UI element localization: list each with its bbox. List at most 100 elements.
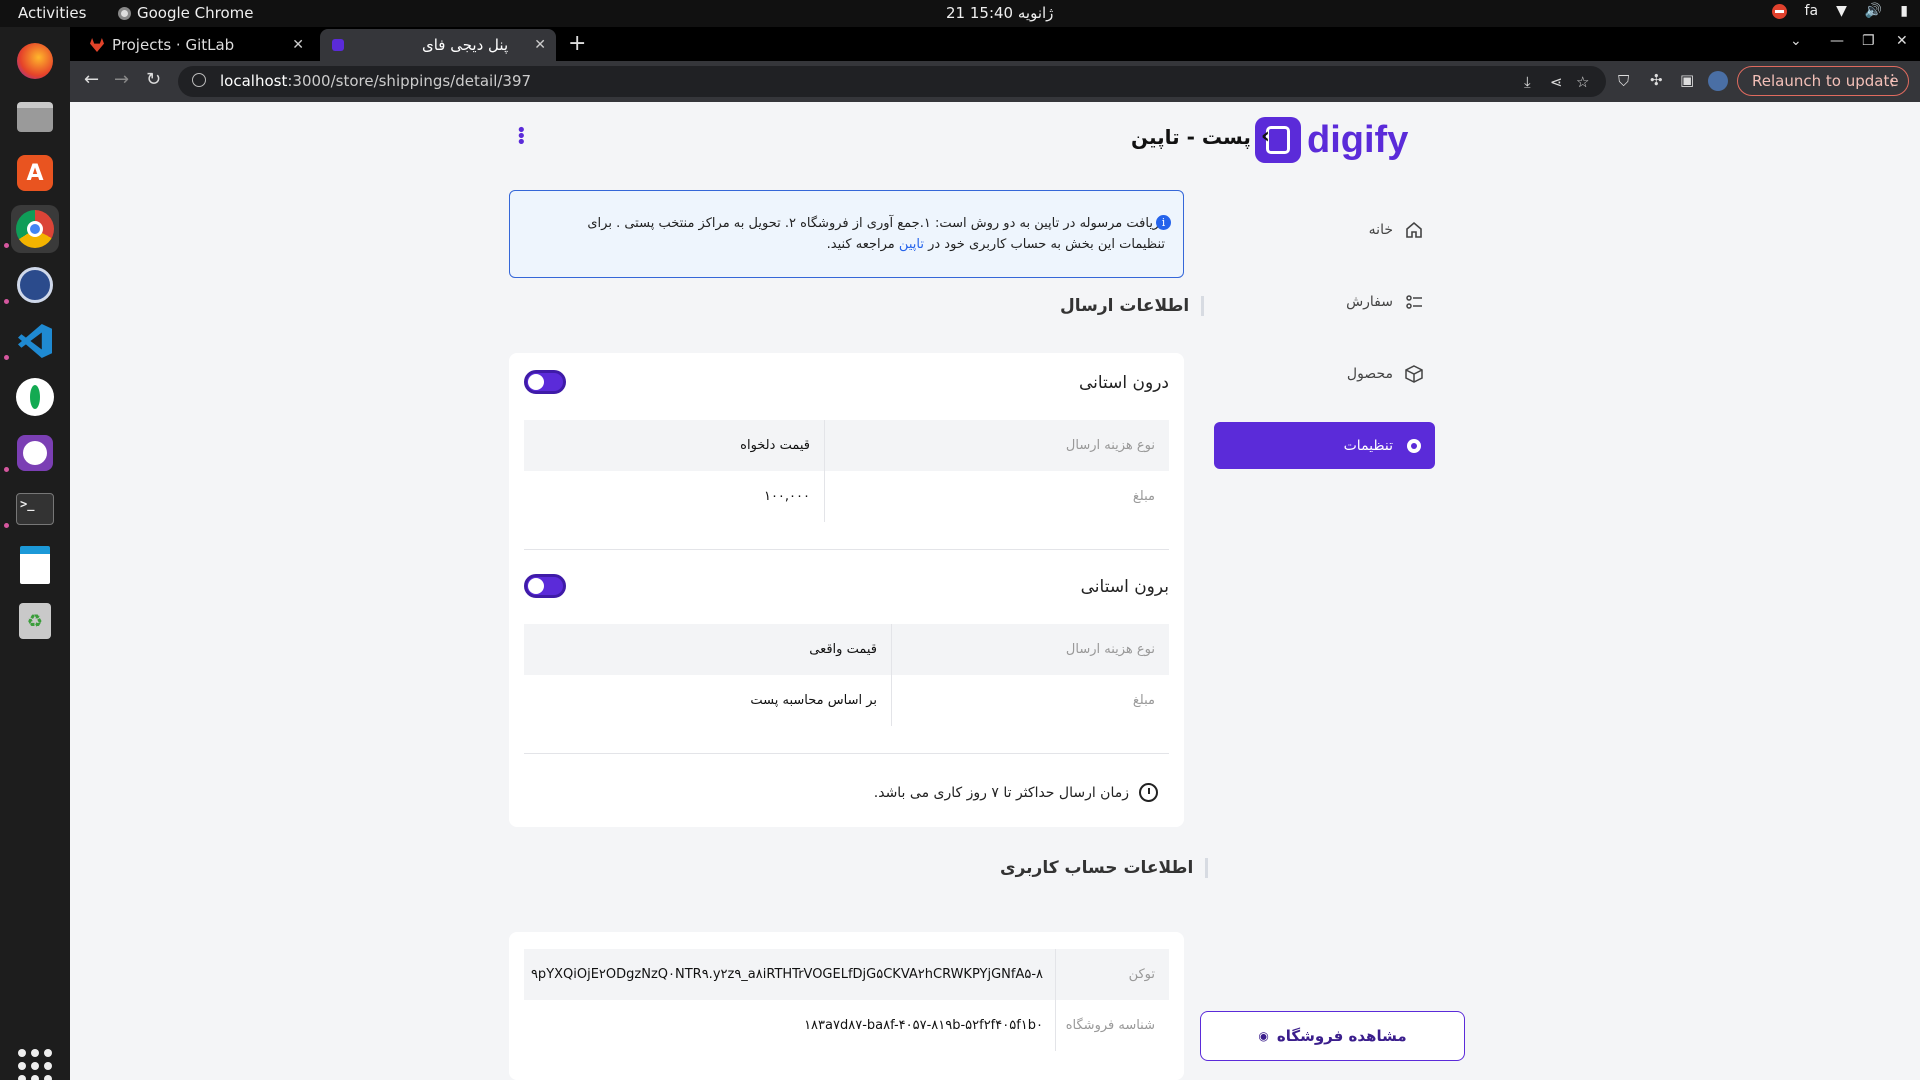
mongodb-compass-icon[interactable] [11,373,59,421]
battery-icon: ▮ [1900,3,1908,19]
table-row: توکن ۹pYXQiOjE۲ODgzNzQ۰NTR۹.y۲z۹_a۸iRTHT… [524,949,1169,1000]
share-icon[interactable]: ⋖ [1550,73,1563,91]
profile-avatar[interactable] [1708,71,1728,91]
chrome-icon [118,6,131,20]
url-host: localhost [220,72,288,90]
back-icon[interactable]: ← [84,69,99,90]
eye-icon: ◉ [1258,1029,1269,1043]
more-menu-icon[interactable]: ⋮ [1885,71,1900,89]
close-tab-icon[interactable]: ✕ [292,37,304,53]
forward-icon[interactable]: → [114,69,129,90]
orders-icon [1403,291,1425,313]
terminal-icon[interactable]: >_ [11,485,59,533]
vscode-icon[interactable] [11,317,59,365]
sidebar-item-label: خانه [1368,221,1393,238]
new-tab-icon[interactable]: + [568,31,586,56]
amount-value: بر اساس محاسبه پست [750,693,877,708]
github-desktop-icon[interactable] [11,429,59,477]
app-name: Google Chrome [137,4,254,22]
delivery-time-note: زمان ارسال حداکثر تا ۷ روز کاری می باشد. [874,783,1158,802]
table-row: مبلغ بر اساس محاسبه پست [524,675,1169,726]
sidebar-item-label: سفارش [1346,293,1393,310]
gear-icon [1403,435,1425,457]
tab-search-icon[interactable]: ⌄ [1790,33,1802,49]
home-icon [1403,219,1425,241]
site-info-icon[interactable] [192,73,206,87]
writer-icon[interactable] [11,541,59,589]
cost-type-label: نوع هزینه ارسال [824,420,1169,471]
system-tray[interactable]: fa ▼ 🔊 ▮ [1771,3,1908,19]
shipping-card: درون استانی نوع هزینه ارسال قیمت دلخواه … [509,353,1184,827]
sidebar-item-label: تنظیمات [1343,437,1393,454]
install-icon[interactable]: ⤓ [1524,73,1531,91]
trash-icon[interactable]: ♻ [11,597,59,645]
intra-province-toggle[interactable] [524,370,566,394]
inter-province-title: برون استانی [1080,577,1169,597]
close-tab-icon[interactable]: ✕ [534,37,546,53]
back-chevron-icon[interactable]: › [1261,124,1270,149]
window-close-icon[interactable]: ✕ [1896,33,1908,49]
gitlab-icon [90,38,104,52]
inter-province-toggle[interactable] [524,574,566,598]
minimize-icon[interactable]: — [1830,33,1844,49]
firefox-icon[interactable] [11,37,59,85]
input-language[interactable]: fa [1805,3,1819,19]
store-id-value[interactable]: ۱۸۳a۷d۸۷-ba۸f-۴۰۵۷-۸۱۹b-۵۲f۲f۴۰۵f۱b۰ [524,1000,1055,1051]
tab-digify-panel[interactable]: پنل دیجی فای ✕ [320,29,556,61]
page-content: digify خانه سفارش محصول تنظیمات مشاهده ف… [70,102,1920,1080]
cost-type-label: نوع هزینه ارسال [891,624,1169,675]
wifi-icon: ▼ [1836,3,1847,19]
delivery-time-text: زمان ارسال حداکثر تا ۷ روز کاری می باشد. [873,784,1129,801]
token-label: توکن [1055,949,1169,1000]
table-row: شناسه فروشگاه ۱۸۳a۷d۸۷-ba۸f-۴۰۵۷-۸۱۹b-۵۲… [524,1000,1169,1051]
sidebar-item-settings[interactable]: تنظیمات [1214,422,1435,469]
bookmark-star-icon[interactable]: ☆ [1576,73,1589,91]
table-row: نوع هزینه ارسال قیمت واقعی [524,624,1169,675]
extensions-icon[interactable]: ✣ [1650,71,1663,89]
sidebar-item-products[interactable]: محصول [1214,350,1435,397]
view-store-button[interactable]: مشاهده فروشگاه ◉ [1200,1011,1465,1061]
activities-button[interactable]: Activities [18,4,86,22]
tab-strip: Projects · GitLab ✕ پنل دیجی فای ✕ + ⌄ —… [70,27,1920,61]
intra-province-title: درون استانی [1078,373,1169,393]
dock: A >_ ♻ [0,27,70,1080]
sidebar-item-label: محصول [1346,365,1393,382]
sidebar-item-orders[interactable]: سفارش [1214,278,1435,325]
volume-icon: 🔊 [1864,3,1883,19]
cost-type-value: قیمت دلخواه [740,438,810,453]
do-not-disturb-icon [1771,3,1787,19]
tab-label: پنل دیجی فای [422,36,509,54]
digify-favicon-icon [332,39,344,51]
tapin-link[interactable]: تاپین [899,237,924,252]
view-store-label: مشاهده فروشگاه [1276,1027,1407,1045]
sidebar-item-home[interactable]: خانه [1214,206,1435,253]
reload-icon[interactable]: ↻ [146,69,161,90]
amount-value: ۱۰۰,۰۰۰ [763,489,810,504]
show-apps-icon[interactable] [18,1049,52,1080]
address-bar[interactable]: localhost:3000/store/shippings/detail/39… [178,66,1606,97]
tab-gitlab[interactable]: Projects · GitLab ✕ [78,29,314,61]
timer-app-icon[interactable] [11,261,59,309]
more-options-icon[interactable]: • • • [516,122,527,152]
maximize-icon[interactable]: ❐ [1862,33,1875,49]
files-icon[interactable] [11,93,59,141]
relaunch-label: Relaunch to update [1752,72,1899,90]
app-center-icon[interactable]: A [11,149,59,197]
side-panel-icon[interactable]: ▣ [1680,71,1694,89]
clock-icon [1139,783,1158,802]
app-menu[interactable]: Google Chrome [118,4,254,22]
alert-suffix: مراجعه کنید. [826,237,895,252]
token-value[interactable]: ۹pYXQiOjE۲ODgzNzQ۰NTR۹.y۲z۹_a۸iRTHTrVOGE… [524,949,1055,1000]
info-alert: i دریافت مرسوله در تاپین به دو روش است: … [509,190,1184,278]
divider [524,549,1169,550]
store-id-label: شناسه فروشگاه [1055,1000,1169,1051]
chrome-dock-icon[interactable] [11,205,59,253]
relaunch-to-update-button[interactable]: Relaunch to update ⋮ [1737,66,1909,96]
digify-logo[interactable]: digify [1255,117,1408,163]
amount-label: مبلغ [824,471,1169,522]
divider [524,753,1169,754]
page-header: › پست - تاپین [970,124,1270,149]
shield-extension-icon[interactable]: ⛉ [1618,72,1629,90]
amount-label: مبلغ [891,675,1169,726]
clock[interactable]: 21 ژانویه 15:40 [946,4,1053,22]
